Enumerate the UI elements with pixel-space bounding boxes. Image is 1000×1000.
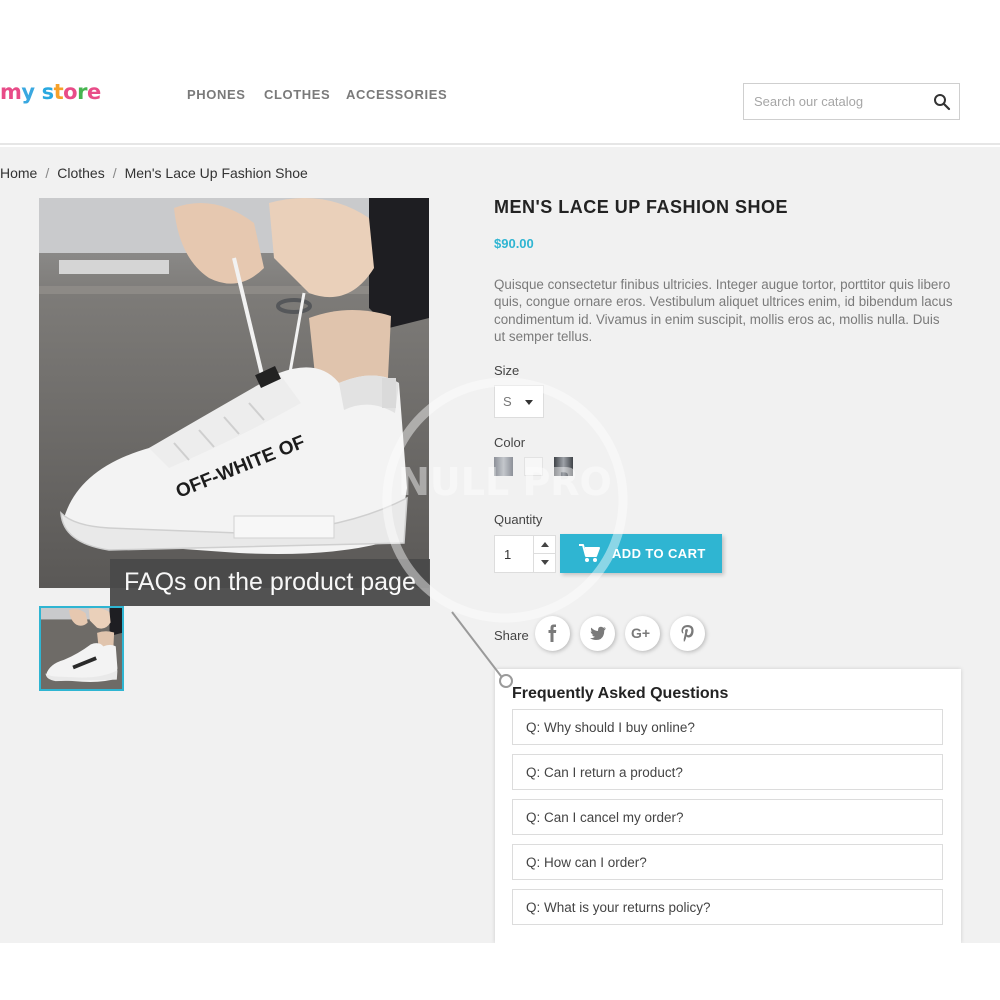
facebook-share-button[interactable]	[535, 616, 570, 651]
add-to-cart-button[interactable]: ADD TO CART	[560, 534, 722, 573]
logo-letter: s	[41, 80, 55, 104]
product-thumbnail[interactable]	[39, 606, 124, 691]
faq-item[interactable]: Q: Can I cancel my order?	[512, 799, 943, 835]
facebook-icon	[548, 624, 557, 642]
faq-item[interactable]: Q: Why should I buy online?	[512, 709, 943, 745]
cart-icon	[579, 544, 600, 562]
page-footer-space	[0, 943, 1000, 1000]
size-select[interactable]: S	[494, 385, 544, 418]
breadcrumb-home[interactable]: Home	[0, 165, 37, 181]
logo-letter: t	[53, 80, 64, 104]
caret-down-icon	[525, 400, 533, 405]
add-to-cart-label: ADD TO CART	[612, 546, 706, 561]
sneaker-illustration: OFF-WHITE OF	[39, 198, 429, 588]
share-label: Share	[494, 628, 529, 643]
twitter-share-button[interactable]	[580, 616, 615, 651]
site-header: my store PHONES CLOTHES ACCESSORIES	[0, 40, 1000, 145]
breadcrumb-current: Men's Lace Up Fashion Shoe	[124, 165, 308, 181]
faq-question: Q: Why should I buy online?	[526, 720, 695, 735]
chevron-down-icon	[541, 560, 549, 565]
faq-block: Frequently Asked Questions Q: Why should…	[495, 669, 961, 943]
product-description: Quisque consectetur finibus ultricies. I…	[494, 277, 953, 344]
faq-item[interactable]: Q: How can I order?	[512, 844, 943, 880]
pinterest-share-button[interactable]	[670, 616, 705, 651]
pinterest-icon	[681, 625, 694, 642]
breadcrumb-separator: /	[112, 165, 117, 181]
quantity-stepper	[494, 535, 556, 573]
product-main-image[interactable]: OFF-WHITE OF	[39, 198, 429, 588]
page: mystore PHONES CLOTHES ACCESSORIES Home /…	[0, 0, 1000, 1000]
color-swatch-white[interactable]	[524, 457, 543, 476]
size-value: S	[503, 394, 512, 409]
nav-accessories[interactable]: ACCESSORIES	[346, 87, 447, 102]
color-swatch-grey[interactable]	[494, 457, 513, 476]
nav-clothes[interactable]: CLOTHES	[264, 87, 330, 102]
breadcrumb-separator: /	[45, 165, 50, 181]
google-plus-share-button[interactable]: G+	[625, 616, 660, 651]
breadcrumb: Home / Clothes / Men's Lace Up Fashion Shoe	[0, 165, 308, 181]
quantity-increase-button[interactable]	[533, 536, 555, 554]
store-logo[interactable]: my store	[0, 80, 101, 104]
search-box	[743, 83, 960, 120]
faq-question: Q: How can I order?	[526, 855, 647, 870]
faq-item[interactable]: Q: Can I return a product?	[512, 754, 943, 790]
logo-letter: r	[77, 80, 87, 104]
google-plus-icon: G+	[631, 625, 651, 641]
faq-question: Q: Can I return a product?	[526, 765, 683, 780]
logo-letter: y	[21, 80, 35, 104]
faq-item[interactable]: Q: What is your returns policy?	[512, 889, 943, 925]
product-price: $90.00	[494, 236, 534, 251]
chevron-up-icon	[541, 542, 549, 547]
search-input[interactable]	[744, 84, 924, 119]
feature-caption: FAQs on the product page	[110, 559, 430, 606]
logo-letter: e	[86, 80, 101, 104]
faq-question: Q: What is your returns policy?	[526, 900, 711, 915]
color-label: Color	[494, 435, 526, 450]
size-label: Size	[494, 363, 520, 378]
sneaker-thumbnail-illustration	[41, 608, 122, 689]
nav-phones[interactable]: PHONES	[187, 87, 246, 102]
color-swatch-dark[interactable]	[554, 457, 573, 476]
logo-letter: m	[0, 80, 22, 104]
quantity-decrease-button[interactable]	[533, 554, 555, 572]
product-title: MEN'S LACE UP FASHION SHOE	[494, 197, 788, 217]
logo-letter: o	[63, 80, 78, 104]
quantity-input[interactable]	[495, 536, 533, 572]
product-page: Home / Clothes / Men's Lace Up Fashion Shoe	[0, 147, 1000, 943]
search-icon[interactable]	[933, 93, 951, 111]
twitter-icon	[590, 626, 606, 640]
faq-question: Q: Can I cancel my order?	[526, 810, 684, 825]
breadcrumb-clothes[interactable]: Clothes	[57, 165, 104, 181]
quantity-label: Quantity	[494, 512, 543, 527]
faq-title: Frequently Asked Questions	[512, 685, 729, 702]
